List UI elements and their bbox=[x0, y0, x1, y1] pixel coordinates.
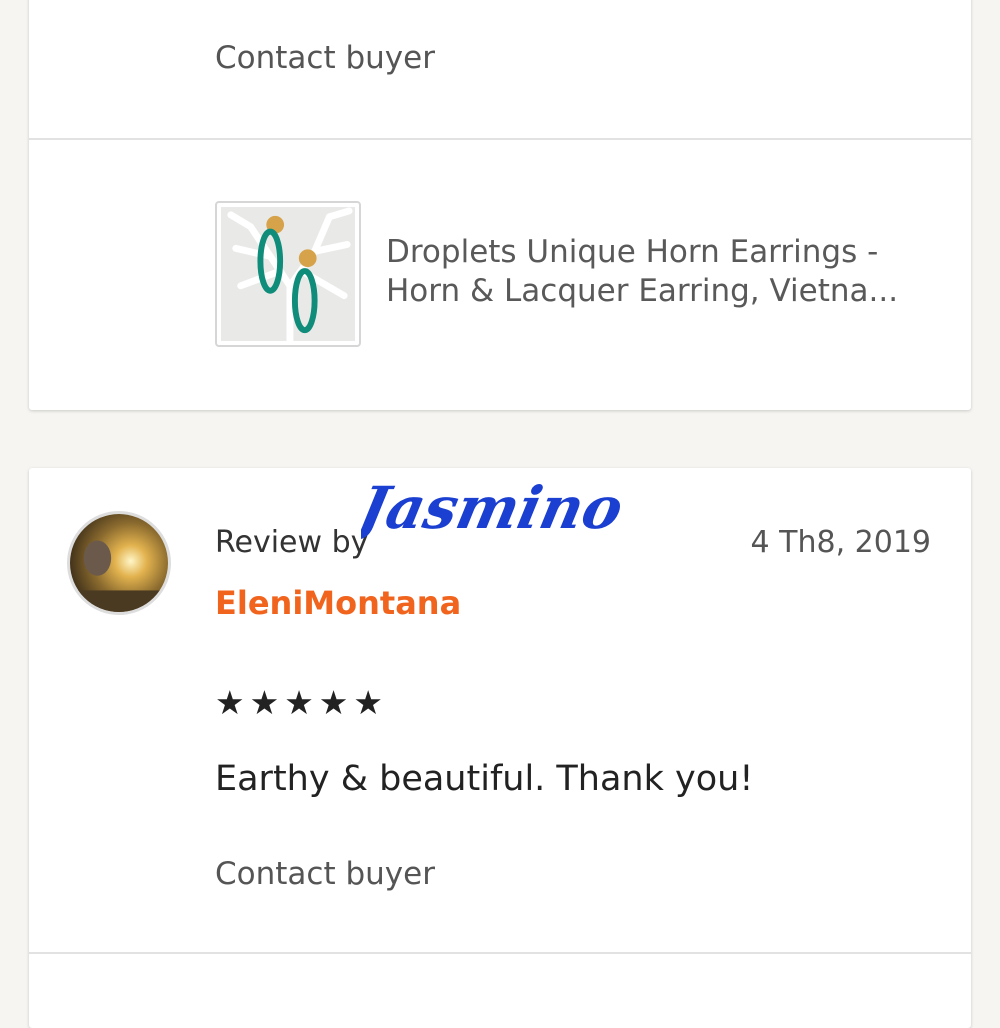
previous-review-card: Contact buyer Droplets Unique Horn Earri… bbox=[29, 0, 971, 410]
item-title-link[interactable]: Droplets Unique Horn Earrings - Horn & L… bbox=[386, 233, 946, 311]
item-thumbnail[interactable] bbox=[215, 201, 361, 347]
reviewer-name-link[interactable]: EleniMontana bbox=[215, 584, 461, 622]
review-card: Review by Jasmino 4 Th8, 2019 EleniMonta… bbox=[29, 468, 971, 1028]
svg-text:Jasmino: Jasmino bbox=[361, 474, 629, 542]
contact-buyer-link[interactable]: Contact buyer bbox=[215, 40, 435, 76]
review-text: Earthy & beautiful. Thank you! bbox=[215, 759, 754, 799]
card-divider bbox=[29, 952, 971, 954]
review-date: 4 Th8, 2019 bbox=[750, 525, 931, 560]
star-icon: ★ bbox=[249, 683, 280, 722]
star-icon: ★ bbox=[284, 683, 314, 722]
handwritten-signature: Jasmino bbox=[361, 474, 629, 542]
star-icon: ★ bbox=[318, 683, 349, 722]
star-rating: ★ ★ ★ ★ ★ bbox=[215, 683, 388, 723]
avatar-photo bbox=[70, 514, 168, 612]
star-icon: ★ bbox=[215, 683, 245, 722]
star-icon: ★ bbox=[353, 683, 383, 722]
contact-buyer-link[interactable]: Contact buyer bbox=[215, 856, 435, 892]
reviewer-avatar[interactable] bbox=[67, 511, 171, 615]
card-divider bbox=[29, 138, 971, 140]
review-by-label: Review by bbox=[215, 525, 369, 560]
earrings-product-image bbox=[221, 207, 355, 341]
